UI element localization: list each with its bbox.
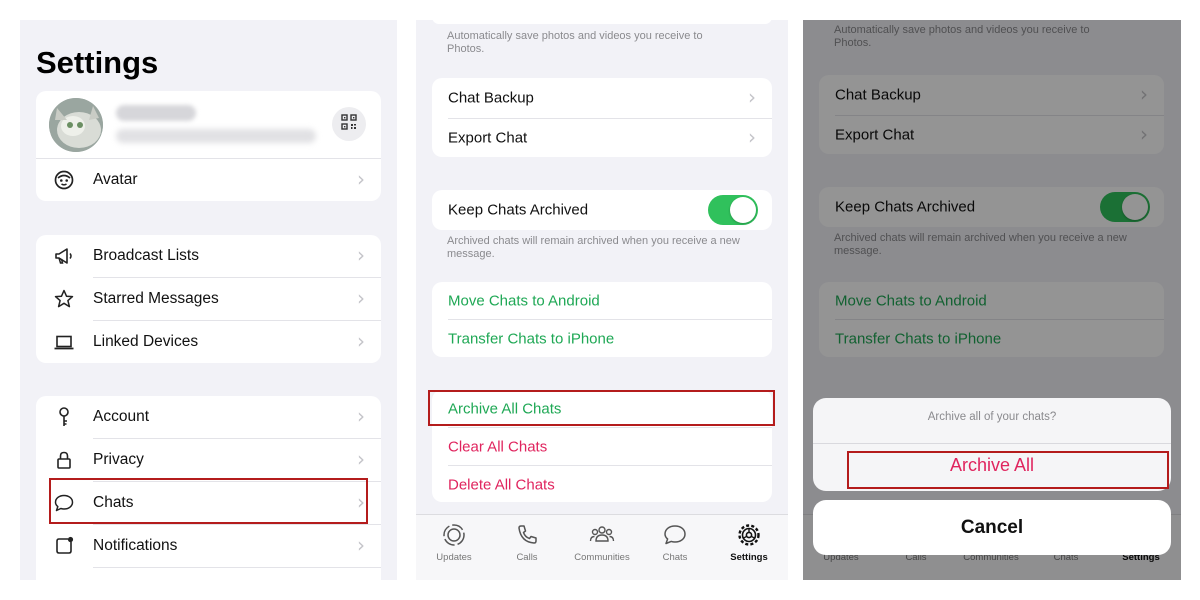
tab-updates-label: Updates bbox=[436, 552, 472, 563]
starred-messages-label: Starred Messages bbox=[93, 290, 219, 307]
transfer-chats-iphone-row[interactable]: Transfer Chats to iPhone bbox=[432, 320, 772, 357]
tab-calls-label: Calls bbox=[516, 552, 538, 563]
communities-icon bbox=[588, 521, 616, 549]
tab-settings-label: Settings bbox=[730, 552, 768, 563]
chevron-right-icon: › bbox=[357, 243, 365, 267]
highlight-chats-row bbox=[49, 478, 368, 524]
save-to-photos-card bbox=[432, 20, 772, 24]
move-chats-android-row[interactable]: Move Chats to Android bbox=[432, 282, 772, 319]
chevron-right-icon: › bbox=[357, 404, 365, 428]
profile-photo[interactable] bbox=[49, 98, 103, 152]
account-label: Account bbox=[93, 408, 150, 425]
chevron-right-icon: › bbox=[748, 84, 756, 109]
clear-all-chats-row[interactable]: Clear All Chats bbox=[432, 428, 772, 465]
tab-chats-label: Chats bbox=[662, 552, 688, 563]
settings-row-notifications[interactable]: Notifications › bbox=[36, 525, 381, 567]
tab-bar: Updates Calls Communities Chats Settings bbox=[416, 514, 788, 580]
settings-row-broadcast-lists[interactable]: Broadcast Lists › bbox=[36, 235, 381, 277]
cancel-button[interactable]: Cancel bbox=[813, 500, 1171, 555]
profile-card: Avatar › bbox=[36, 91, 381, 201]
save-to-photos-note: Automatically save photos and videos you… bbox=[447, 30, 703, 55]
tab-calls[interactable]: Calls bbox=[492, 521, 562, 563]
star-icon bbox=[52, 287, 76, 311]
export-chat-label: Export Chat bbox=[448, 129, 528, 146]
settings-row-avatar[interactable]: Avatar › bbox=[36, 158, 381, 201]
laptop-icon bbox=[52, 330, 76, 354]
highlight-archive-all-button bbox=[847, 451, 1169, 489]
page-title: Settings bbox=[36, 45, 159, 80]
delete-all-chats-label: Delete All Chats bbox=[448, 476, 555, 493]
key-icon bbox=[52, 405, 76, 429]
chevron-right-icon: › bbox=[357, 447, 365, 471]
profile-status-redacted bbox=[116, 129, 316, 143]
lock-icon bbox=[52, 448, 76, 472]
settings-group-2: Broadcast Lists › Starred Messages › Lin… bbox=[36, 235, 381, 363]
notifications-label: Notifications bbox=[93, 537, 178, 554]
transfer-card: Move Chats to Android Transfer Chats to … bbox=[432, 282, 772, 357]
qr-code-icon bbox=[341, 113, 357, 135]
transfer-chats-iphone-label: Transfer Chats to iPhone bbox=[448, 330, 615, 347]
avatar-label: Avatar bbox=[93, 170, 138, 188]
linked-devices-label: Linked Devices bbox=[93, 333, 199, 350]
tab-updates[interactable]: Updates bbox=[419, 521, 489, 563]
archive-confirm-screen: Automatically save photos and videos you… bbox=[803, 20, 1181, 580]
modal-dim-overlay[interactable] bbox=[803, 20, 1181, 580]
privacy-label: Privacy bbox=[93, 451, 144, 468]
clear-all-chats-label: Clear All Chats bbox=[448, 438, 548, 455]
keep-chats-archived-row: Keep Chats Archived bbox=[432, 190, 772, 230]
broadcast-lists-label: Broadcast Lists bbox=[93, 247, 199, 264]
notification-icon bbox=[52, 534, 76, 558]
tab-communities-label: Communities bbox=[574, 552, 630, 563]
chevron-right-icon: › bbox=[357, 286, 365, 310]
tab-chats[interactable]: Chats bbox=[640, 521, 710, 563]
chevron-right-icon: › bbox=[748, 124, 756, 149]
gear-icon bbox=[735, 521, 763, 549]
delete-all-chats-row[interactable]: Delete All Chats bbox=[432, 466, 772, 502]
archived-note: Archived chats will remain archived when… bbox=[447, 235, 740, 260]
chat-backup-label: Chat Backup bbox=[448, 89, 534, 106]
backup-export-card: Chat Backup › Export Chat › bbox=[432, 78, 772, 157]
updates-icon bbox=[440, 521, 468, 549]
tab-settings[interactable]: Settings bbox=[714, 521, 784, 563]
chevron-right-icon: › bbox=[357, 533, 365, 557]
settings-row-account[interactable]: Account › bbox=[36, 396, 381, 438]
chevron-right-icon: › bbox=[357, 329, 365, 353]
settings-row-linked-devices[interactable]: Linked Devices › bbox=[36, 321, 381, 363]
keep-archived-card: Keep Chats Archived bbox=[432, 190, 772, 230]
chat-backup-row[interactable]: Chat Backup › bbox=[432, 78, 772, 117]
phone-icon bbox=[513, 521, 541, 549]
highlight-archive-all-chats bbox=[428, 390, 775, 426]
settings-screen: Settings Avatar › Broadcast Lists › Star… bbox=[20, 20, 397, 580]
settings-row-starred-messages[interactable]: Starred Messages › bbox=[36, 278, 381, 320]
settings-row-privacy[interactable]: Privacy › bbox=[36, 439, 381, 481]
profile-row[interactable] bbox=[36, 91, 381, 158]
profile-name-redacted bbox=[116, 105, 196, 121]
move-chats-android-label: Move Chats to Android bbox=[448, 292, 600, 309]
avatar-face-icon bbox=[52, 168, 76, 192]
export-chat-row[interactable]: Export Chat › bbox=[432, 118, 772, 157]
megaphone-icon bbox=[52, 244, 76, 268]
qr-code-button[interactable] bbox=[332, 107, 366, 141]
tab-communities[interactable]: Communities bbox=[567, 521, 637, 563]
action-sheet-title: Archive all of your chats? bbox=[927, 411, 1057, 423]
chevron-right-icon: › bbox=[357, 166, 365, 191]
chats-settings-screen: Automatically save photos and videos you… bbox=[416, 20, 788, 580]
keep-chats-archived-toggle[interactable] bbox=[708, 195, 758, 225]
chats-tab-icon bbox=[661, 521, 689, 549]
